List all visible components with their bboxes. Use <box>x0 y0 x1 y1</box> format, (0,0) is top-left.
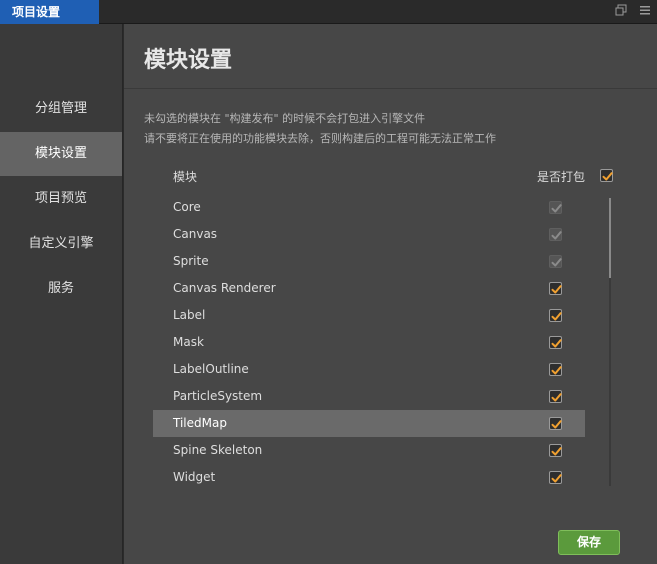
description-line-1: 未勾选的模块在 "构建发布" 的时候不会打包进入引擎文件 <box>144 112 426 125</box>
module-include-checkbox <box>549 228 562 241</box>
column-header-module: 模块 <box>173 170 198 184</box>
title-bar: 项目设置 <box>0 0 657 24</box>
checkmark-icon <box>551 447 562 456</box>
restore-icon[interactable] <box>614 4 628 18</box>
module-row[interactable]: Label <box>153 302 585 329</box>
checkmark-icon <box>551 204 562 213</box>
module-include-checkbox <box>549 201 562 214</box>
title-divider <box>124 88 657 89</box>
module-row[interactable]: LabelOutline <box>153 356 585 383</box>
module-include-checkbox[interactable] <box>549 282 562 295</box>
module-row[interactable]: Canvas <box>153 221 585 248</box>
checkmark-icon <box>602 172 613 181</box>
module-include-checkbox[interactable] <box>549 309 562 322</box>
checkmark-icon <box>551 258 562 267</box>
tab-project-settings[interactable]: 项目设置 <box>0 0 99 24</box>
module-row[interactable]: Sprite <box>153 248 585 275</box>
module-name: Label <box>173 308 206 322</box>
module-row[interactable]: TiledMap <box>153 410 585 437</box>
checkmark-icon <box>551 393 562 402</box>
main-panel: 模块设置 未勾选的模块在 "构建发布" 的时候不会打包进入引擎文件 请不要将正在… <box>124 24 657 564</box>
module-include-checkbox[interactable] <box>549 444 562 457</box>
module-name: Mask <box>173 335 204 349</box>
module-row[interactable]: Mask <box>153 329 585 356</box>
module-row[interactable]: Spine Skeleton <box>153 437 585 464</box>
module-name: Widget <box>173 470 216 484</box>
module-name: Canvas Renderer <box>173 281 276 295</box>
sidebar-item[interactable]: 服务 <box>0 267 122 311</box>
description-line-2: 请不要将正在使用的功能模块去除，否则构建后的工程可能无法正常工作 <box>144 132 496 145</box>
menu-icon[interactable] <box>638 4 652 18</box>
module-name: ParticleSystem <box>173 389 263 403</box>
module-include-checkbox[interactable] <box>549 471 562 484</box>
save-button[interactable]: 保存 <box>558 530 620 555</box>
module-name: TiledMap <box>173 416 227 430</box>
checkmark-icon <box>551 420 562 429</box>
checkmark-icon <box>551 474 562 483</box>
checkmark-icon <box>551 285 562 294</box>
module-include-checkbox[interactable] <box>549 390 562 403</box>
module-include-checkbox[interactable] <box>549 336 562 349</box>
module-name: Sprite <box>173 254 209 268</box>
sidebar-item[interactable]: 分组管理 <box>0 87 122 131</box>
module-row[interactable]: Widget <box>153 464 585 491</box>
page-title: 模块设置 <box>144 48 233 73</box>
module-row[interactable]: Core <box>153 194 585 221</box>
sidebar-item[interactable]: 项目预览 <box>0 177 122 221</box>
sidebar-item[interactable]: 自定义引擎 <box>0 222 122 266</box>
checkmark-icon <box>551 366 562 375</box>
module-name: Canvas <box>173 227 218 241</box>
module-name: Spine Skeleton <box>173 443 263 457</box>
module-name: LabelOutline <box>173 362 249 376</box>
select-all-checkbox[interactable] <box>600 169 613 182</box>
scrollbar-thumb[interactable] <box>609 198 611 278</box>
sidebar: 分组管理 模块设置 项目预览 自定义引擎 服务 <box>0 24 123 564</box>
module-include-checkbox <box>549 255 562 268</box>
module-include-checkbox[interactable] <box>549 417 562 430</box>
module-row[interactable]: ParticleSystem <box>153 383 585 410</box>
module-include-checkbox[interactable] <box>549 363 562 376</box>
checkmark-icon <box>551 312 562 321</box>
checkmark-icon <box>551 339 562 348</box>
module-row[interactable]: Canvas Renderer <box>153 275 585 302</box>
column-header-include: 是否打包 <box>537 170 586 184</box>
module-name: Core <box>173 200 201 214</box>
checkmark-icon <box>551 231 562 240</box>
sidebar-item[interactable]: 模块设置 <box>0 132 122 176</box>
